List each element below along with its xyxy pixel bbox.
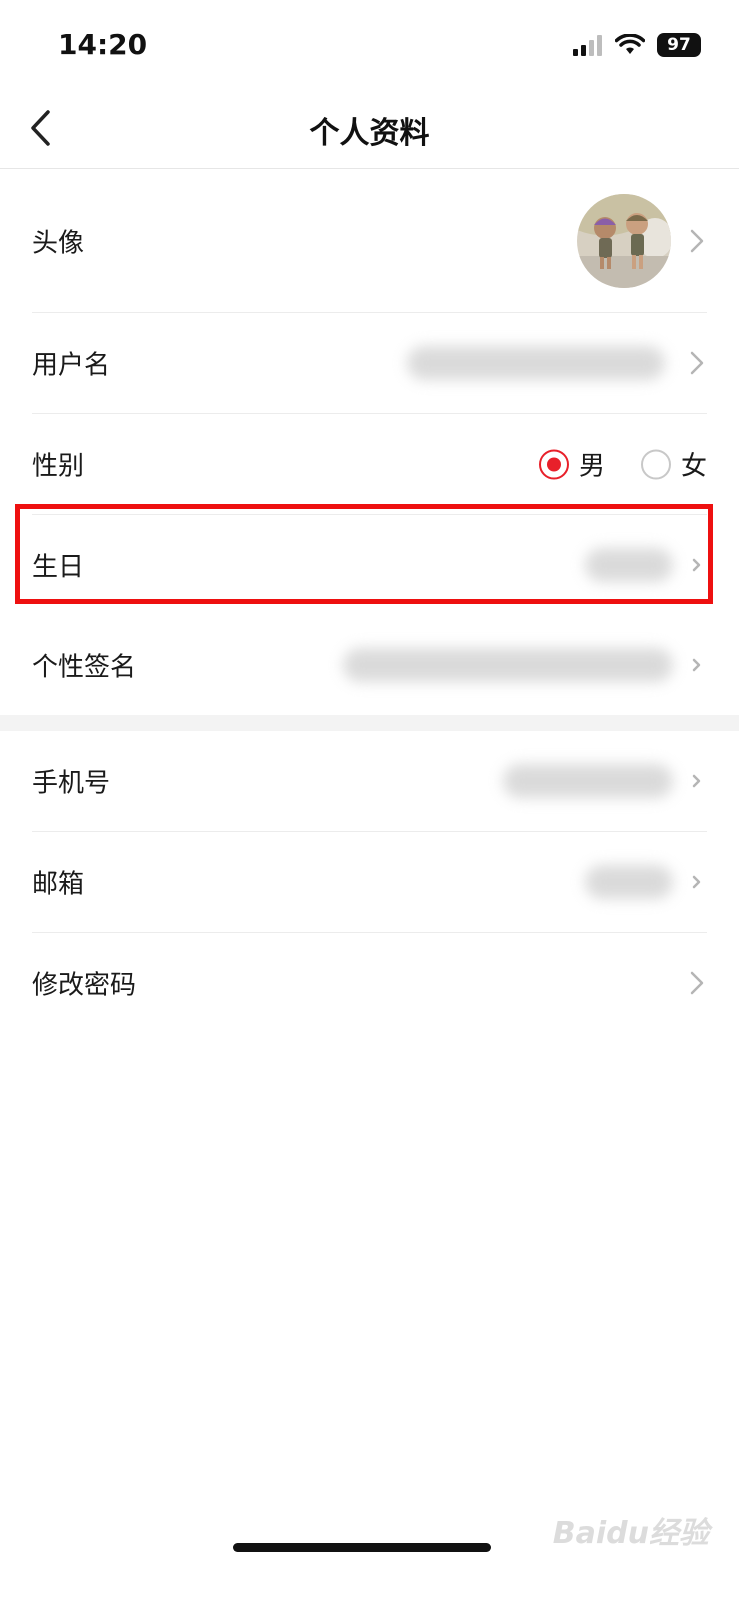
- row-label: 邮箱: [32, 869, 85, 900]
- row-email[interactable]: 邮箱: [32, 832, 707, 933]
- chevron-right-icon: [690, 351, 704, 375]
- nav-bar: 个人资料: [0, 90, 739, 169]
- status-bar: 14:20 97: [0, 0, 739, 90]
- username-value-redacted: [407, 346, 665, 380]
- gender-label: 男: [578, 451, 605, 482]
- chevron-right-icon: [692, 658, 701, 672]
- birthday-value-redacted: [585, 548, 673, 582]
- status-icons: 97: [573, 33, 701, 57]
- phone-value-redacted: [503, 764, 673, 798]
- row-label: 生日: [32, 552, 85, 583]
- gender-label: 女: [680, 451, 707, 482]
- row-avatar[interactable]: 头像: [32, 170, 707, 313]
- row-label: 修改密码: [32, 970, 137, 1001]
- avatar: [577, 194, 671, 288]
- profile-list: 头像 用户名 性别 男 女 生日 个性签名 手机号 邮箱 修改密码: [0, 170, 739, 1033]
- avatar-image: [577, 194, 671, 288]
- row-phone[interactable]: 手机号: [32, 731, 707, 832]
- battery-indicator: 97: [657, 33, 701, 57]
- radio-selected-icon: [538, 449, 569, 479]
- gender-option-female[interactable]: 女: [640, 446, 707, 483]
- chevron-right-icon: [690, 971, 704, 995]
- section-divider: [0, 715, 739, 731]
- wifi-icon: [615, 34, 645, 54]
- row-label: 个性签名: [32, 652, 137, 683]
- row-birthday[interactable]: 生日: [32, 515, 707, 615]
- home-indicator: [233, 1543, 491, 1552]
- page-title: 个人资料: [309, 116, 430, 151]
- row-label: 头像: [32, 228, 85, 259]
- row-label: 用户名: [32, 350, 111, 381]
- chevron-right-icon: [690, 229, 704, 253]
- row-label: 性别: [32, 451, 85, 482]
- radio-unselected-icon: [640, 449, 671, 479]
- chevron-right-icon: [692, 875, 701, 889]
- status-time: 14:20: [58, 28, 148, 61]
- row-gender: 性别 男 女: [32, 414, 707, 515]
- row-label: 手机号: [32, 768, 111, 799]
- chevron-right-icon: [692, 774, 701, 788]
- row-change-password[interactable]: 修改密码: [32, 933, 707, 1033]
- gender-option-male[interactable]: 男: [538, 446, 605, 483]
- row-signature[interactable]: 个性签名: [32, 615, 707, 715]
- signature-value-redacted: [343, 648, 673, 682]
- chevron-right-icon: [692, 558, 701, 572]
- cellular-signal-icon: [573, 35, 602, 56]
- gender-selector: 男 女: [538, 446, 707, 483]
- baidu-watermark: Baidu经验: [552, 1516, 709, 1551]
- row-username[interactable]: 用户名: [32, 313, 707, 414]
- email-value-redacted: [585, 865, 673, 899]
